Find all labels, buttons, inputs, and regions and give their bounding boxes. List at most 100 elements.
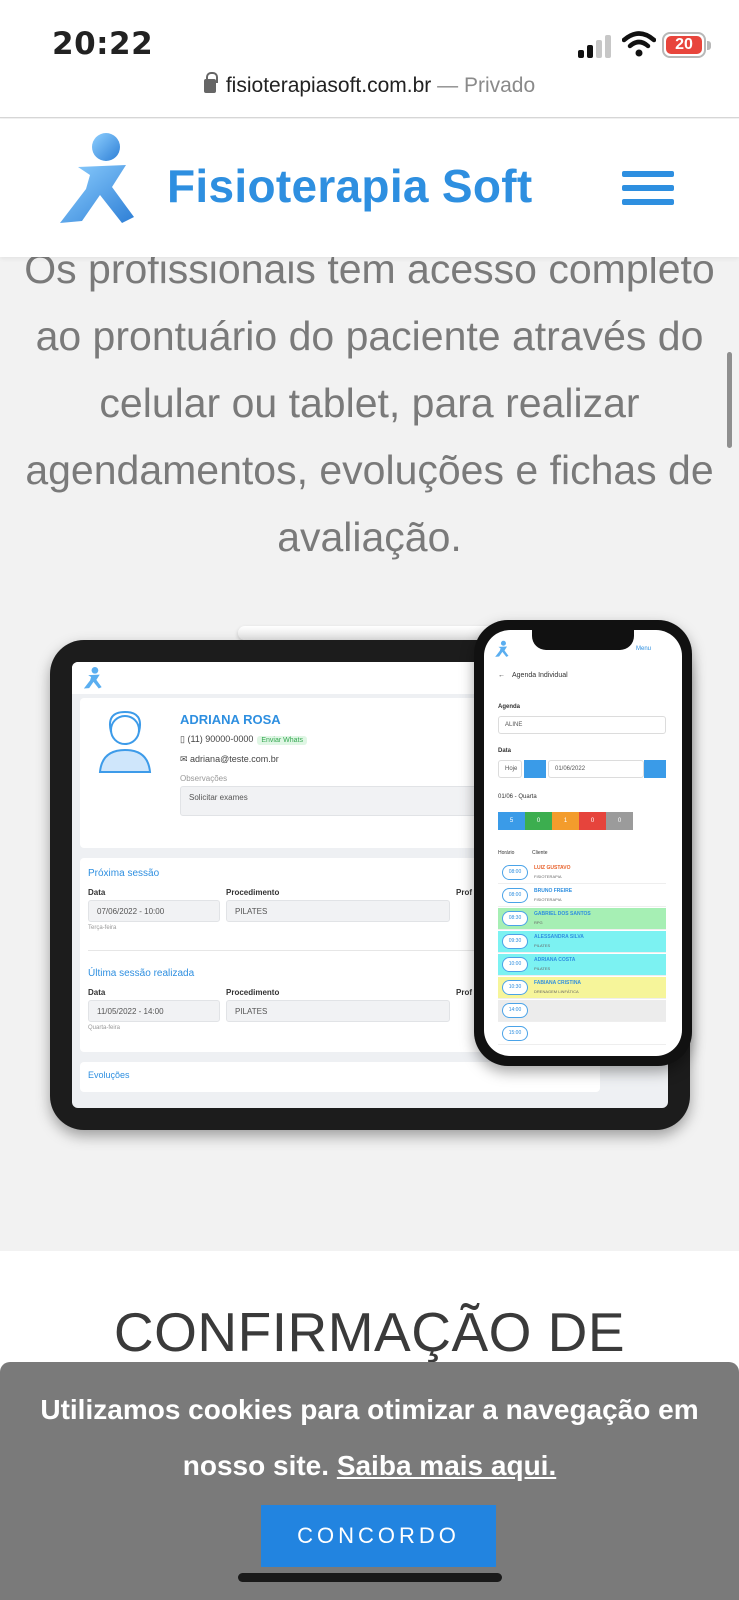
appointment-row: 15:00 xyxy=(498,1023,666,1045)
time-column-header: Horário xyxy=(498,850,515,856)
appointment-client: BRUNO FREIRE xyxy=(534,888,573,894)
badge-missed: 0 xyxy=(579,812,606,830)
appointment-time: 10:00 xyxy=(502,957,528,972)
next-proc-field: PILATES xyxy=(226,900,450,922)
status-time: 20:22 xyxy=(52,26,154,62)
appointment-time: 08:00 xyxy=(502,888,528,903)
appointment-time: 10:30 xyxy=(502,980,528,995)
appointment-client: FABIANA CRISTINA xyxy=(534,980,582,986)
scrollbar[interactable] xyxy=(727,352,732,448)
appointment-row: 08:30 GABRIEL DOS SANTOS RPG xyxy=(498,908,666,930)
badge-pending: 1 xyxy=(552,812,579,830)
patient-name: ADRIANA ROSA xyxy=(180,712,281,727)
prev-date-icon xyxy=(524,760,546,778)
appointment-row: 08:00 BRUNO FREIRE FISIOTERAPIA xyxy=(498,885,666,907)
appointment-row: 14:00 xyxy=(498,1000,666,1022)
battery-level: 20 xyxy=(666,36,702,54)
hamburger-menu-icon[interactable] xyxy=(622,171,674,207)
intro-text: Os profissionais tem acesso completo ao … xyxy=(24,246,715,560)
client-column-header: Cliente xyxy=(532,850,548,856)
appointment-procedure: RPG xyxy=(534,920,543,925)
cookie-message: Utilizamos cookies para otimizar a naveg… xyxy=(30,1382,709,1494)
obs-label: Observações xyxy=(180,774,228,783)
browser-chrome: 20:22 20 fisioterapiasoft.com.br — Priva… xyxy=(0,0,739,118)
battery-icon: 20 xyxy=(662,32,711,58)
address-bar[interactable]: fisioterapiasoft.com.br — Privado xyxy=(0,72,739,98)
evolutions-title: Evoluções xyxy=(88,1070,130,1080)
phone-notch xyxy=(532,630,634,650)
home-indicator[interactable] xyxy=(238,1573,502,1582)
phone-value: (11) 90000-0000 xyxy=(187,734,254,744)
cellular-signal-icon xyxy=(578,34,612,58)
last-proc-field: PILATES xyxy=(226,1000,450,1022)
appointment-time: 09:30 xyxy=(502,934,528,949)
url-domain: fisioterapiasoft.com.br xyxy=(225,74,432,97)
private-label: — Privado xyxy=(437,74,536,97)
last-proc-header: Procedimento xyxy=(226,988,280,997)
appointment-client: LUIZ GUSTAVO xyxy=(534,865,571,871)
appointment-time: 15:00 xyxy=(502,1026,528,1041)
next-session-title: Próxima sessão xyxy=(88,868,160,879)
appointment-procedure: FISIOTERAPIA xyxy=(534,874,562,879)
last-prof-header: Prof xyxy=(456,988,472,997)
phone-mockup: Menu ← Agenda Individual Agenda ALINE Da… xyxy=(474,620,692,1066)
appointment-row: 10:00 ADRIANA COSTA PILATES xyxy=(498,954,666,976)
appointment-procedure: PILATES xyxy=(534,966,551,971)
badge-scheduled: 5 xyxy=(498,812,525,830)
devices-mockup-image: ADRIANA ROSA ▯ (11) 90000-0000 Enviar Wha… xyxy=(48,620,708,1140)
appointment-row: 09:30 ALESSANDRA SILVA PILATES xyxy=(498,931,666,953)
patient-phone: ▯ (11) 90000-0000 Enviar Whats xyxy=(180,734,307,745)
agree-button[interactable]: CONCORDO xyxy=(261,1505,496,1567)
whatsapp-button[interactable]: Enviar Whats xyxy=(257,736,307,745)
tablet-logo-icon xyxy=(83,666,102,689)
next-day: Terça-feira xyxy=(88,925,117,931)
appointment-client: GABRIEL DOS SANTOS xyxy=(534,911,591,917)
next-date-header: Data xyxy=(88,888,106,897)
logo-runner-icon[interactable] xyxy=(56,129,140,229)
badge-confirmed: 0 xyxy=(525,812,552,830)
brand-name[interactable]: Fisioterapia Soft xyxy=(167,159,533,213)
lock-icon xyxy=(203,72,218,93)
last-session-title: Última sessão realizada xyxy=(88,968,195,979)
agenda-label: Agenda xyxy=(498,704,521,710)
appointment-procedure: DRENAGEM LINFÁTICA xyxy=(534,989,579,994)
appointment-time: 08:30 xyxy=(502,911,528,926)
patient-email: ✉ adriana@teste.com.br xyxy=(180,754,279,764)
phone-screen: Menu ← Agenda Individual Agenda ALINE Da… xyxy=(484,630,682,1056)
appointment-client: ALESSANDRA SILVA xyxy=(534,934,584,940)
status-badges: 5 0 1 0 0 xyxy=(498,812,633,830)
date-field: 01/06/2022 xyxy=(548,760,644,778)
cookie-banner: Utilizamos cookies para otimizar a naveg… xyxy=(0,1362,739,1600)
section-title: CONFIRMAÇÃO DE xyxy=(113,1301,626,1363)
next-proc-header: Procedimento xyxy=(226,888,280,897)
evolutions-card: Evoluções xyxy=(80,1062,600,1092)
site-header: Fisioterapia Soft xyxy=(0,119,739,257)
next-date-field: 07/06/2022 - 10:00 xyxy=(88,900,220,922)
badge-done: 0 xyxy=(606,812,633,830)
next-prof-header: Prof xyxy=(456,888,472,897)
obs-field[interactable]: Solicitar exames xyxy=(180,786,480,816)
phone-title: Agenda Individual xyxy=(512,672,568,679)
email-value: adriana@teste.com.br xyxy=(190,754,279,764)
today-button: Hoje xyxy=(498,760,522,778)
appointment-time: 14:00 xyxy=(502,1003,528,1018)
last-date-header: Data xyxy=(88,988,106,997)
day-label: 01/06 - Quarta xyxy=(498,794,537,800)
last-day: Quarta-feira xyxy=(88,1025,121,1031)
phone-back-icon: ← xyxy=(498,672,505,679)
appointment-time: 08:00 xyxy=(502,865,528,880)
next-date-icon xyxy=(644,760,666,778)
appointment-row: 10:30 FABIANA CRISTINA DRENAGEM LINFÁTICA xyxy=(498,977,666,999)
appointment-procedure: FISIOTERAPIA xyxy=(534,897,562,902)
appointment-row: 08:00 LUIZ GUSTAVO FISIOTERAPIA xyxy=(498,862,666,884)
last-date-field: 11/05/2022 - 14:00 xyxy=(88,1000,220,1022)
wifi-icon xyxy=(622,31,656,57)
phone-logo-icon xyxy=(495,640,509,657)
agenda-select: ALINE xyxy=(498,716,666,734)
appointment-client: ADRIANA COSTA xyxy=(534,957,576,963)
learn-more-link[interactable]: Saiba mais aqui. xyxy=(337,1450,556,1481)
patient-avatar-icon xyxy=(98,710,152,773)
appointment-procedure: PILATES xyxy=(534,943,551,948)
phone-menu-label: Menu xyxy=(636,646,652,652)
date-label: Data xyxy=(498,748,512,754)
